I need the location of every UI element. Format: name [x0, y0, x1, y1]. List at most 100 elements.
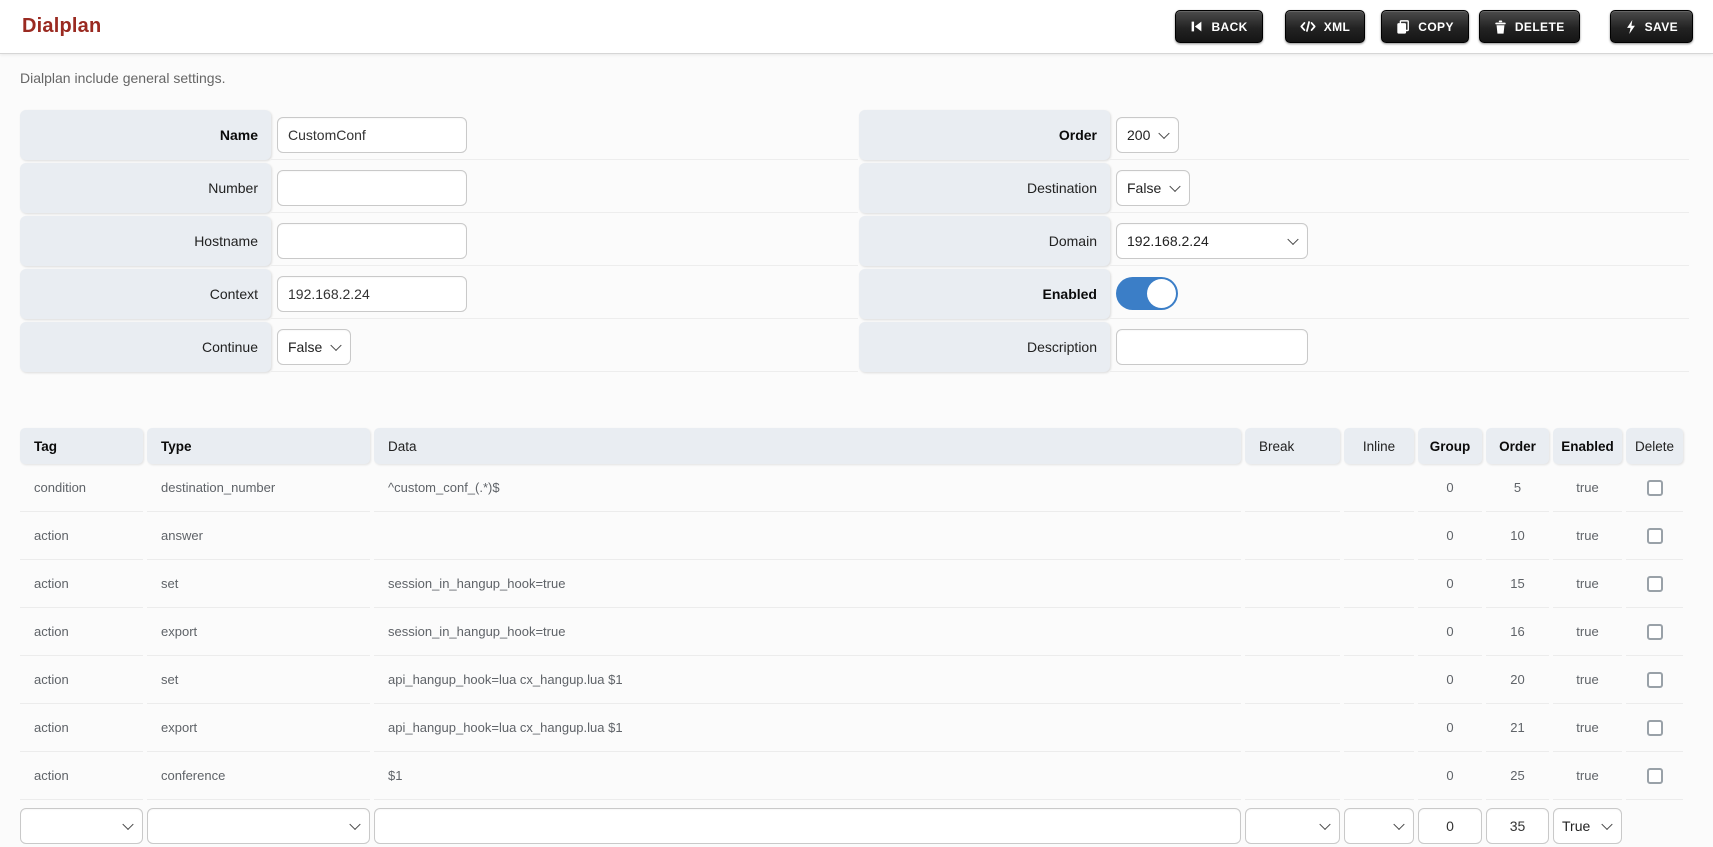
cell-type: conference: [147, 752, 370, 800]
new-group-input[interactable]: [1418, 808, 1482, 844]
new-inline-select[interactable]: [1344, 808, 1414, 844]
code-icon: [1300, 20, 1316, 33]
cell-break: [1245, 608, 1340, 656]
cell-group: 0: [1418, 512, 1482, 560]
cell-break: [1245, 512, 1340, 560]
copy-button[interactable]: COPY: [1381, 10, 1469, 43]
column-header-order: Order: [1486, 428, 1549, 464]
column-header-tag: Tag: [20, 428, 143, 464]
cell-inline: [1344, 512, 1414, 560]
form-row-hostname: Hostname: [20, 216, 858, 266]
delete-checkbox[interactable]: [1646, 575, 1663, 592]
context-label: Context: [20, 269, 271, 319]
cell-type: destination_number: [147, 464, 370, 512]
table-row: action set api_hangup_hook=lua cx_hangup…: [20, 656, 1713, 704]
cell-tag: action: [20, 608, 143, 656]
form-row-context: Context: [20, 269, 858, 319]
cell-tag: action: [20, 704, 143, 752]
cell-group: 0: [1418, 656, 1482, 704]
skip-back-icon: [1190, 20, 1203, 33]
table-row: condition destination_number ^custom_con…: [20, 464, 1713, 512]
table-row: action export api_hangup_hook=lua cx_han…: [20, 704, 1713, 752]
cell-tag: action: [20, 752, 143, 800]
cell-type: answer: [147, 512, 370, 560]
cell-order: 25: [1486, 752, 1549, 800]
cell-break: [1245, 656, 1340, 704]
cell-delete: [1626, 752, 1683, 800]
new-entry-row: True: [20, 800, 1713, 847]
copy-icon: [1396, 19, 1410, 34]
form-row-enabled: Enabled: [859, 269, 1689, 319]
delete-button[interactable]: DELETE: [1478, 10, 1580, 43]
new-tag-select[interactable]: [20, 808, 143, 844]
new-type-select[interactable]: [147, 808, 370, 844]
cell-delete: [1626, 704, 1683, 752]
form-row-domain: Domain 192.168.2.24: [859, 216, 1689, 266]
column-header-break: Break: [1245, 428, 1340, 464]
enabled-label: Enabled: [859, 269, 1110, 319]
delete-checkbox[interactable]: [1646, 527, 1663, 544]
continue-label: Continue: [20, 322, 271, 372]
delete-checkbox[interactable]: [1646, 671, 1663, 688]
order-select[interactable]: 200: [1116, 116, 1180, 153]
table-body: condition destination_number ^custom_con…: [20, 464, 1713, 800]
domain-select-value: 192.168.2.24: [1127, 232, 1209, 249]
cell-order: 5: [1486, 464, 1549, 512]
cell-delete: [1626, 560, 1683, 608]
description-input[interactable]: [1116, 328, 1308, 365]
context-input[interactable]: [277, 275, 467, 312]
delete-checkbox[interactable]: [1646, 623, 1663, 640]
cell-data: [374, 512, 1241, 560]
new-data-input[interactable]: [374, 808, 1241, 844]
delete-checkbox[interactable]: [1646, 479, 1663, 496]
table-header-row: Tag Type Data Break Inline Group Order E…: [20, 428, 1713, 464]
cell-inline: [1344, 560, 1414, 608]
new-delete-cell: [1626, 800, 1683, 847]
new-order-input[interactable]: [1486, 808, 1549, 844]
cell-enabled: true: [1553, 608, 1622, 656]
new-enabled-select[interactable]: True: [1553, 808, 1622, 844]
domain-select[interactable]: 192.168.2.24: [1116, 222, 1308, 259]
order-label: Order: [859, 110, 1110, 160]
number-input[interactable]: [277, 169, 467, 206]
cell-group: 0: [1418, 752, 1482, 800]
column-header-data: Data: [374, 428, 1241, 464]
name-input[interactable]: [277, 116, 467, 153]
back-button-label: BACK: [1211, 19, 1248, 34]
cell-group: 0: [1418, 608, 1482, 656]
cell-group: 0: [1418, 464, 1482, 512]
back-button[interactable]: BACK: [1175, 10, 1263, 43]
cell-enabled: true: [1553, 752, 1622, 800]
cell-delete: [1626, 512, 1683, 560]
destination-label: Destination: [859, 163, 1110, 213]
form-row-order: Order 200: [859, 110, 1689, 160]
cell-inline: [1344, 752, 1414, 800]
save-button[interactable]: SAVE: [1609, 10, 1693, 43]
save-button-label: SAVE: [1644, 19, 1678, 34]
cell-order: 15: [1486, 560, 1549, 608]
cell-group: 0: [1418, 560, 1482, 608]
delete-checkbox[interactable]: [1646, 719, 1663, 736]
page-description: Dialplan include general settings.: [20, 70, 226, 86]
enabled-toggle[interactable]: [1116, 277, 1178, 310]
delete-checkbox[interactable]: [1646, 767, 1663, 784]
cell-tag: action: [20, 560, 143, 608]
cell-break: [1245, 704, 1340, 752]
cell-inline: [1344, 608, 1414, 656]
table-row: action conference $1 0 25 true: [20, 752, 1713, 800]
continue-select[interactable]: False: [277, 328, 352, 365]
cell-order: 21: [1486, 704, 1549, 752]
column-header-group: Group: [1418, 428, 1482, 464]
destination-select[interactable]: False: [1116, 169, 1191, 206]
dialplan-details-table: Tag Type Data Break Inline Group Order E…: [20, 428, 1713, 847]
cell-enabled: true: [1553, 656, 1622, 704]
hostname-label: Hostname: [20, 216, 271, 266]
xml-button[interactable]: XML: [1284, 10, 1366, 43]
hostname-input[interactable]: [277, 222, 467, 259]
domain-label: Domain: [859, 216, 1110, 266]
form-column-right: Order 200 Destination False Domain 192.1…: [859, 110, 1689, 375]
number-label: Number: [20, 163, 271, 213]
new-break-select[interactable]: [1245, 808, 1340, 844]
form-column-left: Name Number Hostname Context Continue: [20, 110, 858, 375]
delete-button-label: DELETE: [1514, 19, 1565, 34]
